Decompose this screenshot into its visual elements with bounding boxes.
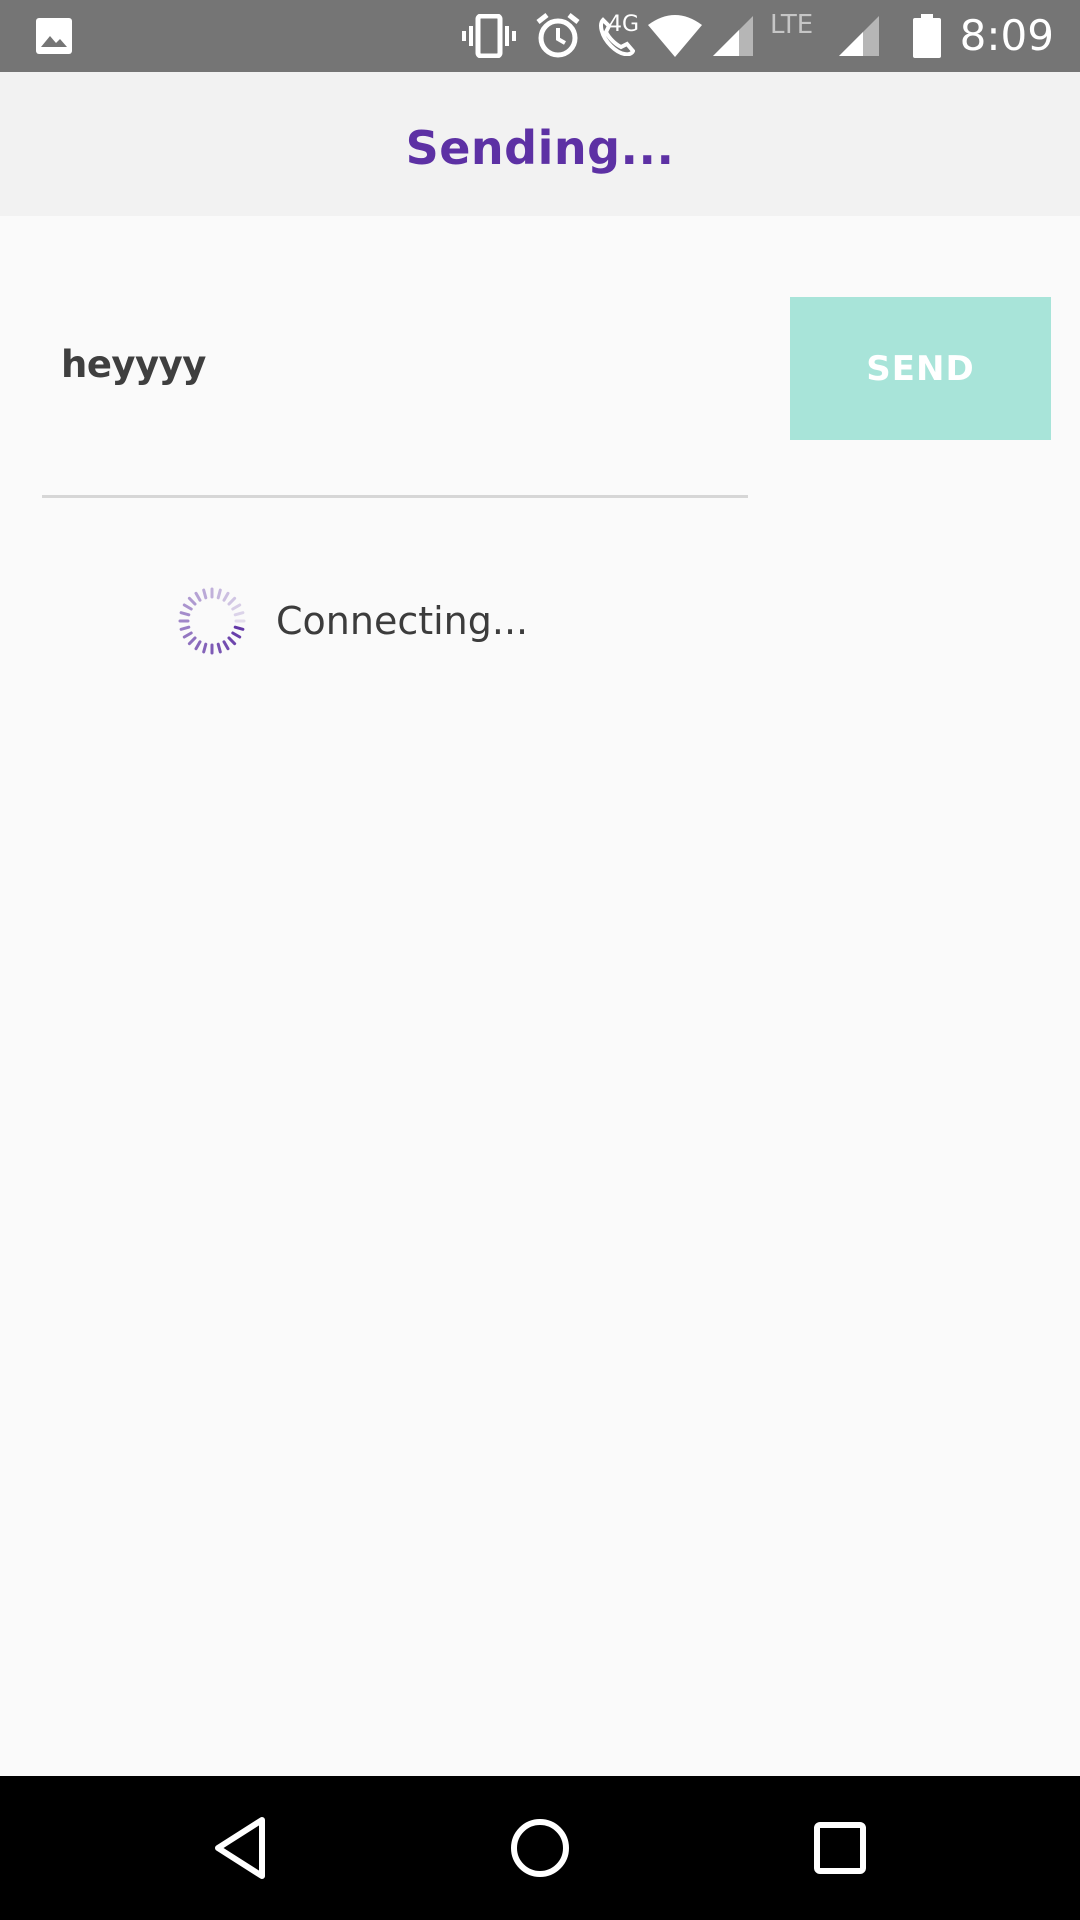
message-input[interactable]: [42, 300, 748, 498]
spinner-tick: [182, 631, 193, 639]
spinner-tick: [202, 588, 208, 600]
spinner-tick: [227, 596, 237, 606]
spinner-tick: [231, 631, 242, 639]
status-bar: 4G LTE 8:09: [0, 0, 1080, 72]
spinner-tick: [227, 636, 237, 646]
send-button[interactable]: SEND: [790, 297, 1051, 440]
navigation-bar: [0, 1776, 1080, 1920]
spinner-tick: [216, 642, 222, 654]
spinner-tick: [216, 588, 222, 600]
spinner-tick: [202, 642, 208, 654]
spinner-tick: [194, 591, 202, 602]
battery-icon: [910, 0, 944, 72]
back-icon[interactable]: [160, 1776, 320, 1920]
lte-signal-icon: [836, 0, 882, 72]
spinner-tick: [179, 611, 191, 617]
lte-label: LTE: [770, 10, 814, 40]
spinner-tick: [187, 596, 197, 606]
spinner-tick: [233, 611, 245, 617]
spinner-tick: [187, 636, 197, 646]
spinner-tick: [179, 625, 191, 631]
spinner-tick: [222, 640, 230, 651]
status-time: 8:09: [959, 11, 1054, 60]
spinner-tick: [222, 591, 230, 602]
connecting-label: Connecting...: [276, 599, 529, 643]
loading-spinner-icon: [178, 587, 246, 655]
message-input-value: heyyyy: [61, 343, 206, 386]
home-icon[interactable]: [460, 1776, 620, 1920]
spinner-tick: [233, 625, 245, 631]
vibrate-icon: [460, 0, 518, 72]
app-bar: Sending...: [0, 72, 1080, 216]
alarm-icon: [533, 0, 583, 72]
recents-icon[interactable]: [760, 1776, 920, 1920]
image-icon: [34, 0, 74, 72]
connecting-indicator: Connecting...: [178, 586, 528, 656]
network-type-label: 4G: [608, 12, 640, 37]
cell-signal-icon: [710, 0, 756, 72]
wifi-icon: [646, 0, 704, 72]
spinner-tick: [194, 640, 202, 651]
spinner-tick: [231, 603, 242, 611]
page-title: Sending...: [405, 121, 675, 175]
spinner-tick: [182, 603, 193, 611]
